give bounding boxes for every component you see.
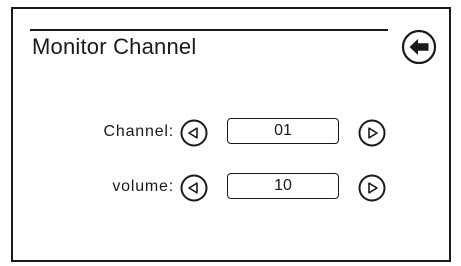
volume-label: volume: [112,178,174,195]
channel-increase-button[interactable] [358,119,386,147]
monitor-channel-screen: Monitor Channel Channel: 01 volume: 10 [0,0,461,266]
triangle-right-icon [358,174,386,202]
channel-value[interactable]: 01 [227,118,339,144]
back-arrow-icon [401,29,437,65]
volume-row: volume: 10 [0,171,461,205]
channel-row: Channel: 01 [0,116,461,150]
volume-decrease-button[interactable] [180,174,208,202]
volume-increase-button[interactable] [358,174,386,202]
channel-label: Channel: [103,123,174,140]
triangle-right-icon [358,119,386,147]
back-button[interactable] [401,29,437,65]
header-divider [30,29,388,31]
triangle-left-icon [180,174,208,202]
triangle-left-icon [180,119,208,147]
volume-value[interactable]: 10 [227,173,339,199]
channel-decrease-button[interactable] [180,119,208,147]
page-title: Monitor Channel [32,34,197,59]
